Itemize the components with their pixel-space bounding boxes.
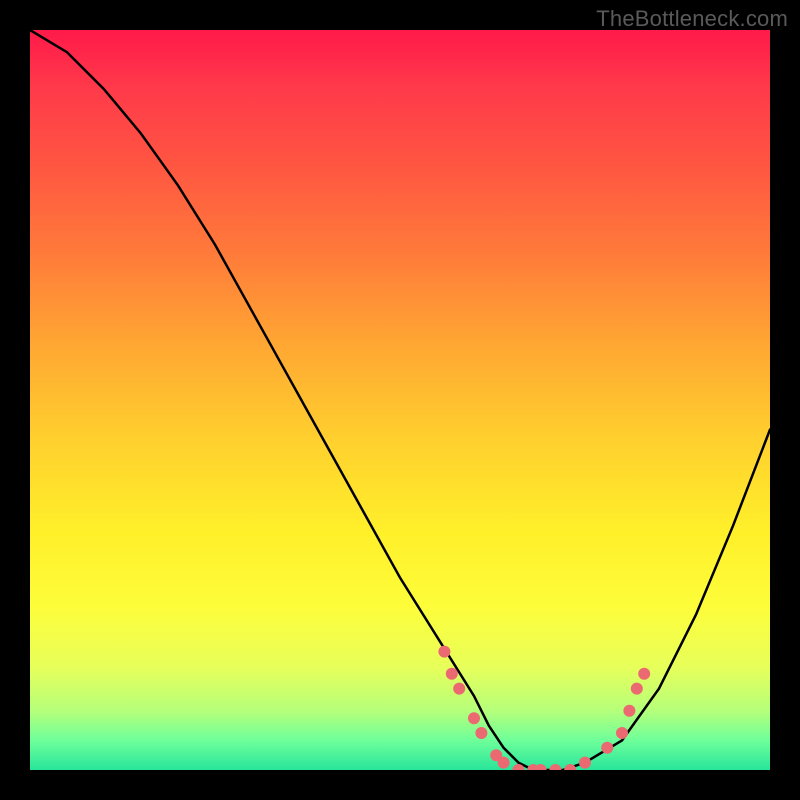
highlight-dot xyxy=(616,727,628,739)
highlight-dot xyxy=(631,683,643,695)
highlight-dot xyxy=(623,705,635,717)
highlight-dots-group xyxy=(438,646,650,770)
highlight-dot xyxy=(601,742,613,754)
highlight-dot xyxy=(638,668,650,680)
highlight-dot xyxy=(453,683,465,695)
bottleneck-curve-line xyxy=(30,30,770,770)
gradient-plot-area xyxy=(30,30,770,770)
curve-svg xyxy=(30,30,770,770)
highlight-dot xyxy=(549,764,561,770)
highlight-dot xyxy=(475,727,487,739)
chart-frame: TheBottleneck.com xyxy=(0,0,800,800)
highlight-dot xyxy=(579,757,591,769)
highlight-dot xyxy=(468,712,480,724)
highlight-dot xyxy=(438,646,450,658)
highlight-dot xyxy=(535,764,547,770)
watermark-label: TheBottleneck.com xyxy=(596,6,788,32)
highlight-dot xyxy=(446,668,458,680)
highlight-dot xyxy=(498,757,510,769)
